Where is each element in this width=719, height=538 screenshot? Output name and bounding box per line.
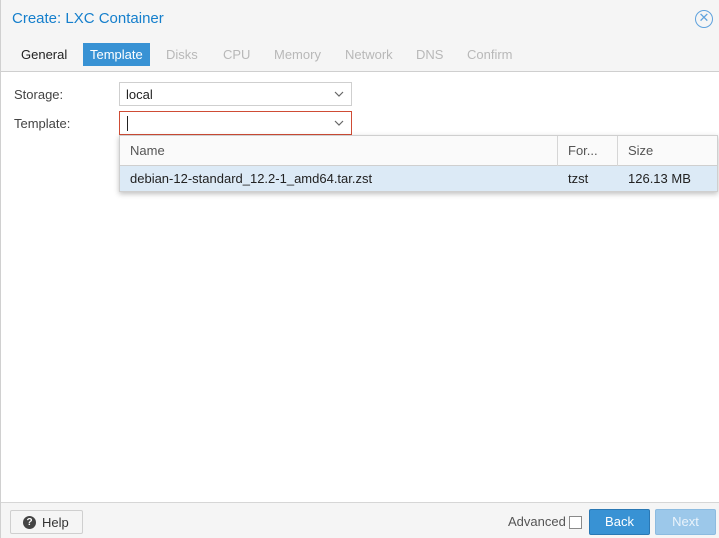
text-cursor: [127, 116, 128, 131]
question-icon: ?: [23, 516, 36, 529]
advanced-checkbox[interactable]: [569, 516, 582, 529]
tab-confirm: Confirm: [467, 47, 513, 62]
tab-template[interactable]: Template: [83, 43, 150, 66]
dialog-titlebar: Create: LXC Container ✕: [1, 0, 719, 38]
help-button[interactable]: ? Help: [10, 510, 83, 534]
advanced-label: Advanced: [508, 514, 566, 529]
tab-dns: DNS: [416, 47, 444, 62]
back-button[interactable]: Back: [589, 509, 650, 535]
template-label: Template:: [14, 116, 71, 131]
next-button[interactable]: Next: [655, 509, 716, 535]
dialog-title: Create: LXC Container: [12, 10, 164, 27]
create-lxc-dialog: Create: LXC Container ✕ General Template…: [0, 0, 719, 538]
tab-network: Network: [345, 47, 393, 62]
help-label: Help: [42, 515, 69, 530]
column-header-size[interactable]: Size: [618, 136, 717, 166]
tab-disks: Disks: [166, 47, 198, 62]
column-header-name[interactable]: Name: [120, 136, 558, 166]
chevron-down-icon[interactable]: [333, 117, 345, 129]
tab-general[interactable]: General: [14, 43, 74, 66]
table-row[interactable]: debian-12-standard_12.2-1_amd64.tar.zst …: [120, 166, 717, 191]
close-icon[interactable]: ✕: [695, 10, 713, 28]
cell-size: 126.13 MB: [628, 171, 691, 186]
grid-header: Name For... Size: [120, 136, 717, 166]
storage-label: Storage:: [14, 87, 64, 102]
storage-value: local: [126, 87, 153, 102]
storage-select[interactable]: local: [119, 82, 352, 106]
column-header-format[interactable]: For...: [558, 136, 618, 166]
dialog-footer: ? Help Advanced Back Next: [1, 502, 719, 538]
template-dropdown-list: Name For... Size debian-12-standard_12.2…: [119, 135, 718, 192]
tab-cpu: CPU: [223, 47, 251, 62]
template-select[interactable]: [119, 111, 352, 135]
cell-format: tzst: [568, 171, 589, 186]
wizard-tabbar: General Template Disks CPU Memory Networ…: [1, 38, 719, 72]
chevron-down-icon[interactable]: [333, 88, 345, 100]
tab-memory: Memory: [274, 47, 321, 62]
cell-name: debian-12-standard_12.2-1_amd64.tar.zst: [130, 171, 373, 186]
